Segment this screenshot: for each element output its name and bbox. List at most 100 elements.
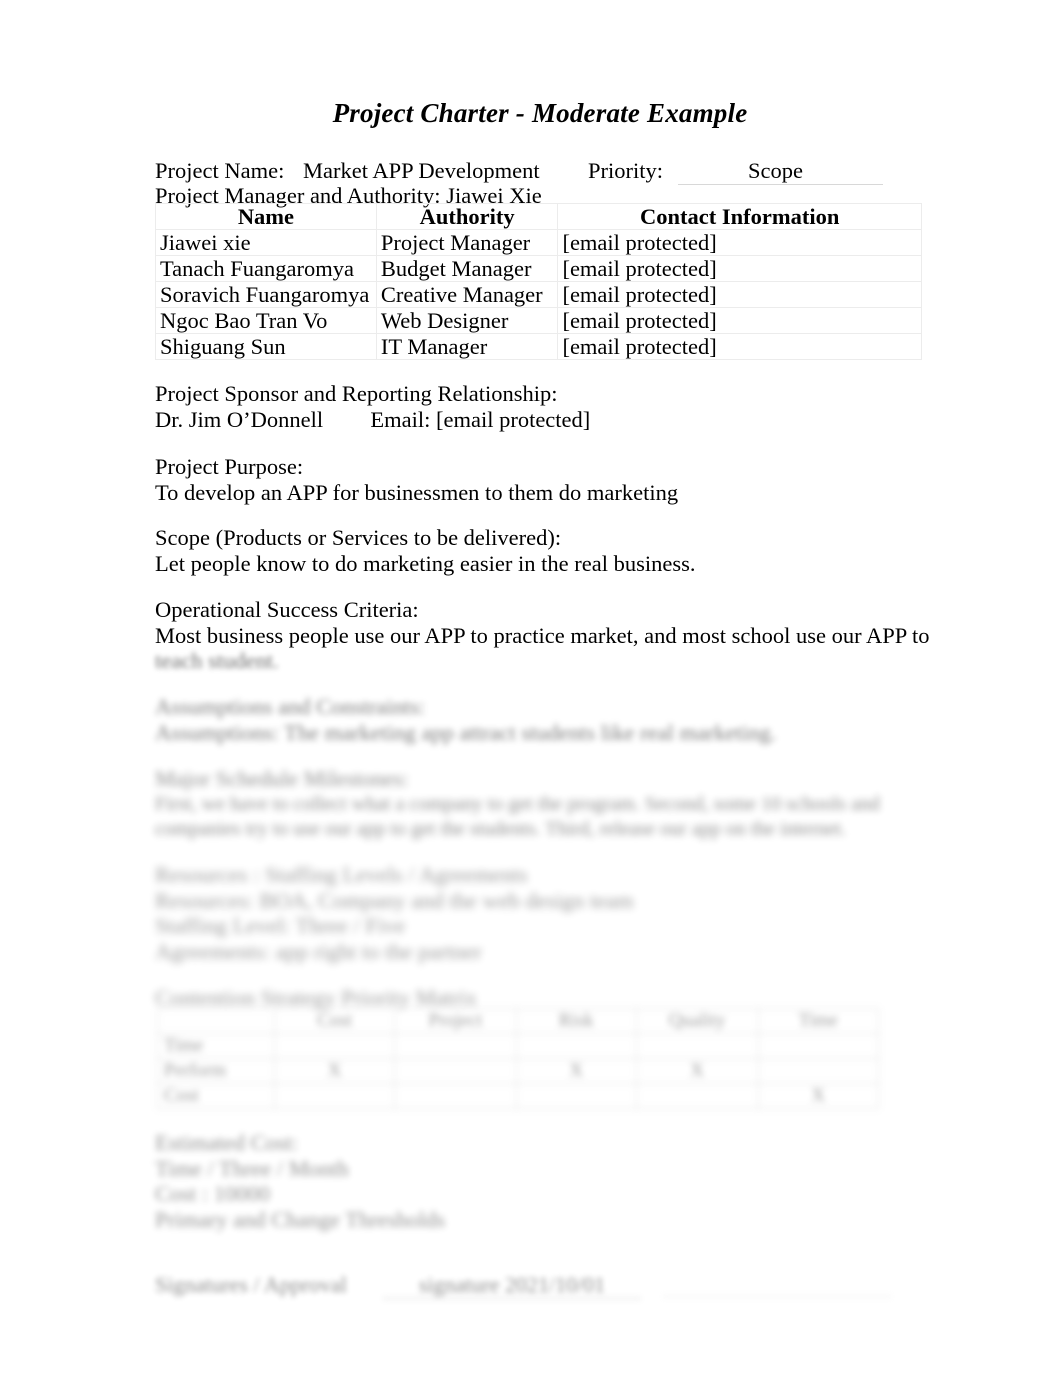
cell-authority: IT Manager (375, 333, 559, 360)
priority-matrix-table: Cost Project Risk Quality Time Time Perf… (156, 1008, 880, 1109)
project-name-label: Project Name: (155, 158, 285, 183)
project-name-row: Project Name: Market APP Development Pri… (155, 158, 925, 185)
matrix-cell (515, 1083, 637, 1109)
section-estimated-cost: Estimated Cost: Time / Three / Month Cos… (155, 1130, 945, 1232)
section-purpose: Project Purpose: To develop an APP for b… (155, 454, 945, 505)
matrix-cell (635, 1083, 759, 1109)
team-table: Name Authority Contact Information Jiawe… (155, 203, 922, 360)
cell-name: Ngoc Bao Tran Vo (155, 307, 377, 334)
cell-contact: [email protected] (557, 307, 922, 334)
matrix-cell (274, 1033, 396, 1059)
matrix-heading: Contention Strategy Priority Matrix (155, 985, 477, 1010)
sponsor-heading: Project Sponsor and Reporting Relationsh… (155, 381, 558, 406)
section-milestones: Major Schedule Milestones: First, we hav… (155, 766, 945, 842)
priority-label: Priority: (588, 158, 664, 183)
matrix-column-header-time: Time (757, 1008, 880, 1034)
section-resources: Resources : Staffing Levels / Agreements… (155, 862, 945, 964)
success-heading: Operational Success Criteria: (155, 597, 419, 622)
priority-matrix-wrapper: Cost Project Risk Quality Time Time Perf… (156, 1008, 880, 1109)
matrix-cell (635, 1033, 759, 1059)
milestones-line-1: First, we have to collect what a company… (155, 792, 880, 815)
milestones-line-2: companies try to use our app to get the … (155, 817, 847, 840)
section-assumptions: Assumptions and Constraints: Assumptions… (155, 694, 945, 745)
table-row: Ngoc Bao Tran Vo Web Designer [email pro… (155, 307, 922, 334)
matrix-cell: X (515, 1058, 637, 1084)
scope-heading: Scope (Products or Services to be delive… (155, 525, 562, 550)
cell-name: Jiawei xie (155, 229, 377, 256)
section-success-criteria: Operational Success Criteria: Most busin… (155, 597, 945, 674)
matrix-column-header-cost: Cost (274, 1008, 396, 1034)
estimated-cost-line-1: Time / Three / Month (155, 1155, 349, 1181)
section-scope: Scope (Products or Services to be delive… (155, 525, 945, 576)
resources-heading: Resources : Staffing Levels / Agreements (155, 862, 528, 887)
resources-line-3: Agreements: app right to the partner (155, 938, 482, 964)
matrix-cell: X (757, 1083, 880, 1109)
success-body-line-2: teach student. (155, 648, 279, 673)
matrix-cell (515, 1033, 637, 1059)
signature-block: Signatures / Approval signature 2021/10/… (155, 1272, 945, 1299)
matrix-cell (757, 1058, 880, 1084)
matrix-row: Time (156, 1033, 880, 1059)
signature-label: Signatures / Approval (155, 1272, 347, 1297)
matrix-cell: X (274, 1058, 396, 1084)
section-matrix-heading: Contention Strategy Priority Matrix (155, 985, 945, 1011)
matrix-row-label: Time (156, 1033, 276, 1059)
signature-field-2[interactable] (663, 1272, 891, 1297)
column-header-authority: Authority (375, 203, 559, 230)
assumptions-body: Assumptions: The marketing app attract s… (155, 719, 777, 745)
success-body-line-1: Most business people use our APP to prac… (155, 622, 930, 648)
cell-authority: Web Designer (375, 307, 559, 334)
scope-body: Let people know to do marketing easier i… (155, 550, 696, 576)
matrix-column-header-project: Project (394, 1008, 517, 1034)
estimated-cost-line-3: Primary and Change Thresholds (155, 1206, 446, 1232)
matrix-cell (394, 1083, 517, 1109)
estimated-cost-heading: Estimated Cost: (155, 1130, 299, 1155)
priority-value: Scope (748, 158, 803, 183)
cell-name: Soravich Fuangaromya (155, 281, 377, 308)
resources-line-1: Resources: BOA, Company and the web desi… (155, 887, 634, 913)
cell-contact: [email protected] (557, 281, 922, 308)
sponsor-name: Dr. Jim O’Donnell (155, 406, 324, 432)
table-header-row: Name Authority Contact Information (155, 203, 922, 230)
matrix-cell: X (635, 1058, 759, 1084)
column-header-contact: Contact Information (557, 203, 922, 230)
matrix-cell (394, 1033, 517, 1059)
matrix-row-label: Perform (156, 1058, 276, 1084)
matrix-cell (757, 1033, 880, 1059)
document-page: Project Charter - Moderate Example Proje… (0, 0, 1062, 1377)
matrix-header-row: Cost Project Risk Quality Time (156, 1008, 880, 1034)
column-header-name: Name (155, 203, 377, 230)
cell-contact: [email protected] (557, 333, 922, 360)
purpose-body: To develop an APP for businessmen to the… (155, 479, 679, 505)
matrix-row-label: Cost (156, 1083, 276, 1109)
matrix-row: Cost X (156, 1083, 880, 1109)
matrix-cell (274, 1083, 396, 1109)
milestones-heading: Major Schedule Milestones: (155, 766, 409, 791)
cell-authority: Budget Manager (375, 255, 559, 282)
page-title: Project Charter - Moderate Example (332, 98, 748, 128)
assumptions-heading: Assumptions and Constraints: (155, 694, 426, 719)
estimated-cost-line-2: Cost : 10000 (155, 1181, 271, 1206)
matrix-column-header-blank (156, 1008, 276, 1034)
matrix-cell (394, 1058, 517, 1084)
sponsor-detail-row: Dr. Jim O’Donnell Email: [email protecte… (155, 407, 945, 433)
cell-name: Shiguang Sun (155, 333, 377, 360)
resources-line-2: Staffing Level: Three / Five (155, 913, 406, 938)
cell-contact: [email protected] (557, 229, 922, 256)
cell-authority: Project Manager (375, 229, 559, 256)
table-row: Shiguang Sun IT Manager [email protected… (155, 333, 922, 360)
matrix-column-header-quality: Quality (635, 1008, 759, 1034)
sponsor-email: Email: [email protected] (370, 406, 591, 432)
section-sponsor: Project Sponsor and Reporting Relationsh… (155, 381, 945, 432)
cell-name: Tanach Fuangaromya (155, 255, 377, 282)
table-row: Tanach Fuangaromya Budget Manager [email… (155, 255, 922, 282)
matrix-column-header-risk: Risk (515, 1008, 637, 1034)
header-meta: Project Name: Market APP Development Pri… (155, 158, 925, 208)
purpose-heading: Project Purpose: (155, 454, 304, 479)
cell-contact: [email protected] (557, 255, 922, 282)
signature-field-1[interactable]: signature 2021/10/01 (383, 1272, 641, 1299)
project-name-value: Market APP Development (303, 158, 540, 183)
table-row: Jiawei xie Project Manager [email protec… (155, 229, 922, 256)
matrix-row: Perform X X X (156, 1058, 880, 1084)
cell-authority: Creative Manager (375, 281, 559, 308)
